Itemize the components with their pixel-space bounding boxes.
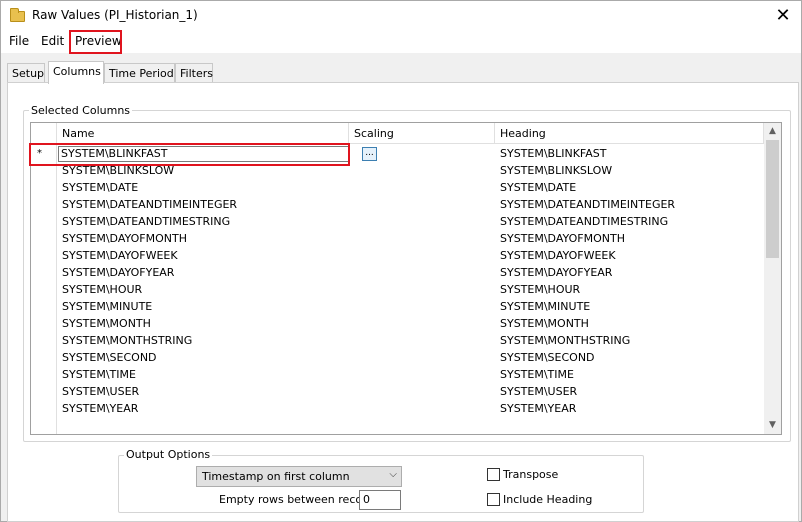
transpose-label[interactable]: Transpose [503,468,558,481]
scaling-cell[interactable] [349,366,495,383]
scaling-cell[interactable] [349,400,495,417]
heading-cell[interactable]: SYSTEM\MONTHSTRING [495,332,764,349]
scaling-cell[interactable] [349,247,495,264]
scaling-cell[interactable] [349,264,495,281]
name-cell[interactable]: SYSTEM\DATEANDTIMEINTEGER [57,196,349,213]
name-cell[interactable]: SYSTEM\DAYOFMONTH [57,230,349,247]
empty-rows-input[interactable]: 0 [359,490,401,510]
table-row[interactable]: SYSTEM\DATE SYSTEM\DATE [31,179,765,196]
close-button[interactable]: ✕ [771,5,795,27]
heading-cell[interactable]: SYSTEM\DAYOFYEAR [495,264,764,281]
preview-highlight-box [69,30,122,54]
name-cell[interactable]: SYSTEM\DATEANDTIMESTRING [57,213,349,230]
selected-columns-grid[interactable]: Name Scaling Heading * SYSTEM\BLINKFAST … [30,122,782,435]
name-cell[interactable]: SYSTEM\MONTHSTRING [57,332,349,349]
timestamp-select-value: Timestamp on first column [202,470,350,483]
tab-time-period[interactable]: Time Period [104,63,175,83]
scaling-cell[interactable] [349,162,495,179]
name-cell[interactable]: SYSTEM\DAYOFWEEK [57,247,349,264]
name-cell[interactable]: SYSTEM\SECOND [57,349,349,366]
title-bar: Raw Values (PI_Historian_1) ✕ [1,1,801,31]
chevron-down-icon: ⌵ [389,469,397,480]
name-cell[interactable]: SYSTEM\DATE [57,179,349,196]
scaling-cell[interactable] [349,179,495,196]
heading-cell[interactable]: SYSTEM\BLINKSLOW [495,162,764,179]
table-row[interactable]: SYSTEM\DAYOFMONTH SYSTEM\DAYOFMONTH [31,230,765,247]
column-header-heading[interactable]: Heading [495,123,764,144]
scaling-cell[interactable] [349,213,495,230]
menu-file[interactable]: File [9,34,29,48]
table-row[interactable]: SYSTEM\MINUTE SYSTEM\MINUTE [31,298,765,315]
heading-cell[interactable]: SYSTEM\SECOND [495,349,764,366]
table-row[interactable]: SYSTEM\DAYOFYEAR SYSTEM\DAYOFYEAR [31,264,765,281]
transpose-checkbox[interactable] [487,468,500,481]
heading-cell[interactable]: SYSTEM\DATE [495,179,764,196]
name-cell[interactable]: SYSTEM\MINUTE [57,298,349,315]
table-row[interactable]: SYSTEM\HOUR SYSTEM\HOUR [31,281,765,298]
heading-cell[interactable]: SYSTEM\MINUTE [495,298,764,315]
name-cell[interactable]: SYSTEM\USER [57,383,349,400]
grid-vertical-scrollbar[interactable]: ▲ ▼ [764,123,781,434]
heading-cell[interactable]: SYSTEM\HOUR [495,281,764,298]
output-options-label: Output Options [124,448,213,461]
heading-cell[interactable]: SYSTEM\DAYOFWEEK [495,247,764,264]
heading-cell[interactable]: SYSTEM\TIME [495,366,764,383]
table-row[interactable]: SYSTEM\DAYOFWEEK SYSTEM\DAYOFWEEK [31,247,765,264]
heading-cell[interactable]: SYSTEM\DAYOFMONTH [495,230,764,247]
scaling-cell[interactable] [349,332,495,349]
name-cell[interactable]: SYSTEM\MONTH [57,315,349,332]
name-cell[interactable]: SYSTEM\TIME [57,366,349,383]
scaling-cell[interactable] [349,383,495,400]
name-cell[interactable]: SYSTEM\DAYOFYEAR [57,264,349,281]
tab-filters[interactable]: Filters [175,63,213,83]
scaling-cell[interactable] [349,230,495,247]
empty-rows-label: Empty rows between records [219,493,380,506]
column-header-name[interactable]: Name [57,123,349,144]
table-row[interactable]: SYSTEM\SECOND SYSTEM\SECOND [31,349,765,366]
include-heading-checkbox[interactable] [487,493,500,506]
heading-cell[interactable]: SYSTEM\BLINKFAST [495,145,764,162]
scaling-cell[interactable] [349,298,495,315]
scroll-down-arrow-icon[interactable]: ▼ [764,417,781,434]
selected-columns-label: Selected Columns [29,104,133,117]
folder-icon [10,8,25,22]
heading-cell[interactable]: SYSTEM\USER [495,383,764,400]
scrollbar-thumb[interactable] [766,140,779,258]
scaling-cell[interactable] [349,145,495,162]
raw-values-window: Raw Values (PI_Historian_1) ✕ File Edit … [0,0,802,522]
name-cell[interactable]: SYSTEM\HOUR [57,281,349,298]
name-cell-highlight-box [29,143,350,166]
table-row[interactable]: SYSTEM\MONTH SYSTEM\MONTH [31,315,765,332]
scaling-cell[interactable] [349,349,495,366]
table-row[interactable]: SYSTEM\USER SYSTEM\USER [31,383,765,400]
scaling-cell[interactable] [349,281,495,298]
table-row[interactable]: SYSTEM\TIME SYSTEM\TIME [31,366,765,383]
scaling-cell[interactable] [349,196,495,213]
window-title: Raw Values (PI_Historian_1) [32,8,198,22]
name-cell[interactable]: SYSTEM\YEAR [57,400,349,417]
include-heading-label[interactable]: Include Heading [503,493,592,506]
scaling-cell[interactable] [349,315,495,332]
heading-cell[interactable]: SYSTEM\DATEANDTIMEINTEGER [495,196,764,213]
tab-setup[interactable]: Setup [7,63,45,83]
grid-corner-header [31,123,57,144]
tab-columns[interactable]: Columns [48,61,104,84]
table-row[interactable]: SYSTEM\DATEANDTIMESTRING SYSTEM\DATEANDT… [31,213,765,230]
table-row[interactable]: SYSTEM\DATEANDTIMEINTEGER SYSTEM\DATEAND… [31,196,765,213]
heading-cell[interactable]: SYSTEM\YEAR [495,400,764,417]
heading-cell[interactable]: SYSTEM\DATEANDTIMESTRING [495,213,764,230]
scroll-up-arrow-icon[interactable]: ▲ [764,123,781,140]
heading-cell[interactable]: SYSTEM\MONTH [495,315,764,332]
timestamp-select[interactable]: Timestamp on first column ⌵ [196,466,402,487]
menu-edit[interactable]: Edit [41,34,64,48]
table-row[interactable]: SYSTEM\MONTHSTRING SYSTEM\MONTHSTRING [31,332,765,349]
column-header-scaling[interactable]: Scaling [349,123,495,144]
table-row[interactable]: SYSTEM\YEAR SYSTEM\YEAR [31,400,765,417]
